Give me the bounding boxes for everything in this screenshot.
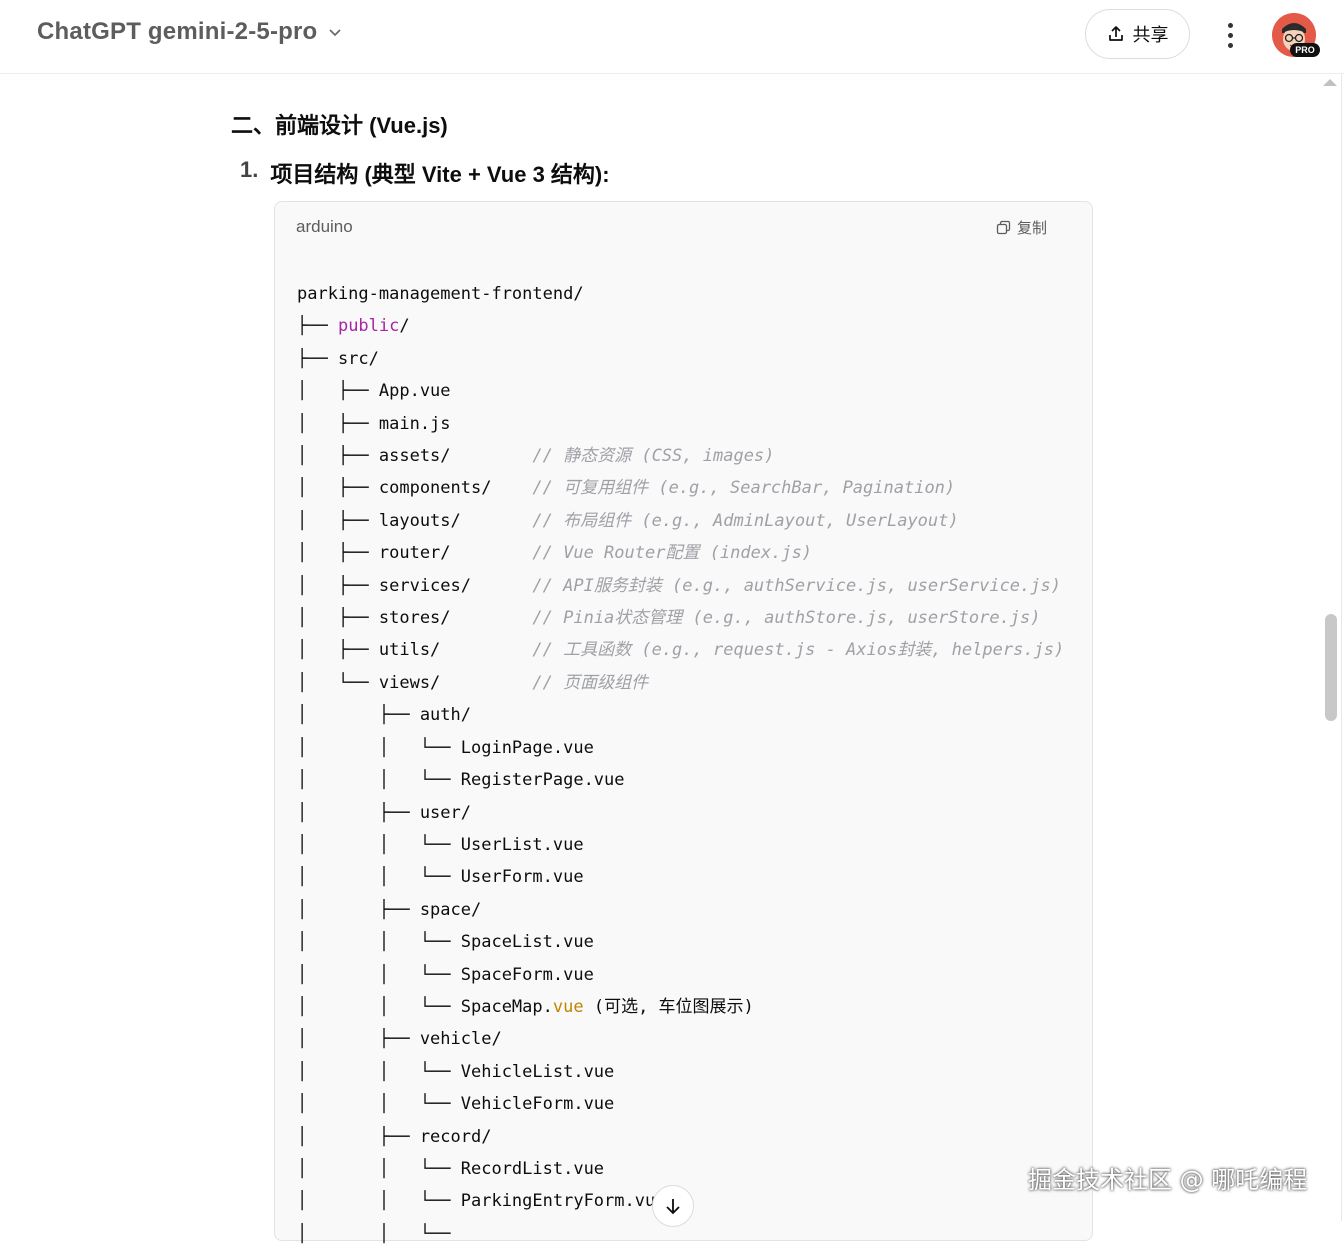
code-content: parking-management-frontend/├── public/├… [297, 278, 1064, 1250]
code-token: │ │ └── SpaceMap. [297, 996, 553, 1017]
model-selector[interactable]: ChatGPT gemini-2-5-pro [37, 18, 343, 46]
code-token: // 可复用组件 (e.g., SearchBar, Pagination) [532, 478, 956, 499]
code-token: │ ├── space/ [297, 899, 482, 920]
code-line: │ ├── router/ // Vue Router配置 (index.js) [297, 537, 1064, 569]
scrollbar-thumb[interactable] [1325, 614, 1337, 721]
code-token: │ │ └── SpaceForm.vue [297, 964, 594, 985]
model-title: ChatGPT gemini-2-5-pro [37, 18, 318, 45]
code-line: │ ├── stores/ // Pinia状态管理 (e.g., authSt… [297, 602, 1064, 634]
code-line: │ ├── space/ [297, 894, 1064, 926]
list-number: 1. [240, 157, 259, 182]
code-token: │ ├── services/ [297, 575, 533, 596]
code-token: │ ├── record/ [297, 1126, 492, 1147]
code-token: // 页面级组件 [532, 672, 649, 693]
item-heading-text: 项目结构 (典型 Vite + Vue 3 结构): [270, 162, 610, 187]
code-line: │ │ └── VehicleForm.vue [297, 1088, 1064, 1120]
code-line: │ └── views/ // 页面级组件 [297, 667, 1064, 699]
code-token: │ │ └── VehicleForm.vue [297, 1094, 615, 1115]
code-token: │ │ └── LoginPage.vue [297, 737, 594, 758]
code-line: │ │ └── RecordList.vue [297, 1153, 1064, 1185]
code-token: │ ├── auth/ [297, 705, 471, 726]
code-token: │ ├── layouts/ [297, 510, 533, 531]
copy-label: 复制 [1017, 220, 1048, 237]
code-token: │ ├── utils/ [297, 640, 533, 661]
code-token: │ ├── assets/ [297, 446, 533, 467]
code-line: │ │ └── UserList.vue [297, 829, 1064, 861]
copy-button[interactable]: 复制 [996, 217, 1047, 238]
code-line: │ │ └── VehicleList.vue [297, 1056, 1064, 1088]
code-token: ├── src/ [297, 348, 379, 369]
share-button[interactable]: 共享 [1085, 9, 1190, 59]
code-token: // 布局组件 (e.g., AdminLayout, UserLayout) [532, 510, 959, 531]
section-heading: 二、前端设计 (Vue.js) [231, 113, 448, 138]
code-token: │ │ └── [297, 1223, 451, 1244]
code-line: │ ├── App.vue [297, 375, 1064, 407]
code-line: │ ├── record/ [297, 1121, 1064, 1153]
code-block: arduino 复制 parking-management-frontend/ ├… [274, 201, 1093, 1244]
code-line: │ │ └── SpaceForm.vue [297, 959, 1064, 991]
code-line: │ │ └── LoginPage.vue [297, 732, 1064, 764]
code-token: │ ├── vehicle/ [297, 1029, 502, 1050]
list-item-heading: 1. 项目结构 (典型 Vite + Vue 3 结构): [240, 157, 610, 189]
code-line: │ ├── services/ // API服务封装 (e.g., authSe… [297, 570, 1064, 602]
scrollbar-edge [1341, 74, 1342, 1221]
code-token: │ │ └── SpaceList.vue [297, 932, 594, 953]
code-token: // API服务封装 (e.g., authService.js, userSe… [532, 575, 1061, 596]
code-line: │ ├── auth/ [297, 699, 1064, 731]
code-token: │ ├── user/ [297, 802, 471, 823]
code-token: (可选, 车位图展示) [583, 996, 754, 1017]
code-language-label: arduino [296, 217, 353, 236]
code-token: │ ├── stores/ [297, 608, 533, 629]
code-line: │ │ └── RegisterPage.vue [297, 764, 1064, 796]
watermark: 掘金技术社区 @ 哪吒编程 [1028, 1166, 1308, 1194]
code-line: │ ├── layouts/ // 布局组件 (e.g., AdminLayou… [297, 505, 1064, 537]
code-token: // 工具函数 (e.g., request.js - Axios封装, hel… [532, 640, 1065, 661]
copy-icon [996, 220, 1011, 235]
code-line: │ │ └── SpaceList.vue [297, 926, 1064, 958]
code-token: │ ├── components/ [297, 478, 533, 499]
code-token: │ │ └── ParkingEntryForm.vue [297, 1191, 666, 1212]
code-token: │ │ └── VehicleList.vue [297, 1061, 615, 1082]
code-line: │ ├── components/ // 可复用组件 (e.g., Search… [297, 472, 1064, 504]
arrow-down-icon [666, 1199, 680, 1215]
code-line: │ ├── assets/ // 静态资源 (CSS, images) [297, 440, 1064, 472]
scroll-up-arrow-icon[interactable] [1323, 79, 1337, 86]
code-token: │ │ └── UserList.vue [297, 834, 584, 855]
code-line: │ │ └── SpaceMap.vue (可选, 车位图展示) [297, 991, 1064, 1023]
pro-badge: PRO [1290, 43, 1320, 57]
code-line: ├── public/ [297, 310, 1064, 342]
chevron-down-icon [329, 29, 341, 37]
code-line: ├── src/ [297, 343, 1064, 375]
code-token: // Vue Router配置 (index.js) [532, 543, 813, 564]
more-options-icon[interactable] [1218, 20, 1242, 50]
share-label: 共享 [1132, 25, 1169, 45]
code-token: │ │ └── RecordList.vue [297, 1158, 605, 1179]
code-token: │ │ └── RegisterPage.vue [297, 770, 625, 791]
code-token: // 静态资源 (CSS, images) [532, 446, 775, 467]
code-line: │ │ └── UserForm.vue [297, 861, 1064, 893]
code-token: // Pinia状态管理 (e.g., authStore.js, userSt… [532, 608, 1041, 629]
code-token: │ └── views/ [297, 672, 533, 693]
top-bar: ChatGPT gemini-2-5-pro 共享 PRO [0, 0, 1344, 74]
code-line: │ ├── user/ [297, 797, 1064, 829]
code-line: parking-management-frontend/ [297, 278, 1064, 310]
code-token: ├── [297, 316, 338, 337]
code-line: │ ├── vehicle/ [297, 1023, 1064, 1055]
code-token: vue [552, 996, 584, 1017]
code-line: │ ├── main.js [297, 408, 1064, 440]
code-token: │ ├── main.js [297, 413, 451, 434]
code-token: │ ├── App.vue [297, 381, 451, 402]
code-token: │ │ └── UserForm.vue [297, 867, 584, 888]
code-token: public [337, 316, 400, 337]
code-line: │ ├── utils/ // 工具函数 (e.g., request.js -… [297, 634, 1064, 666]
code-token: parking-management-frontend/ [297, 284, 584, 304]
code-token: / [399, 316, 410, 337]
share-icon [1108, 26, 1123, 41]
code-token: │ ├── router/ [297, 543, 533, 564]
